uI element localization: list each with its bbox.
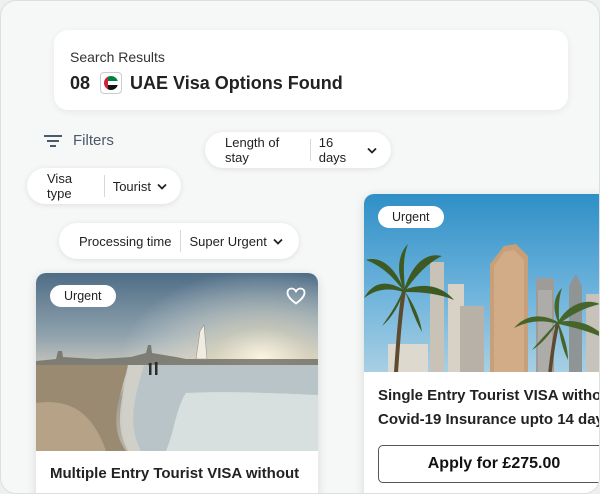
- uae-flag-icon: [100, 72, 123, 94]
- dubai-city-image: Urgent: [364, 194, 599, 372]
- visa-card-multiple-entry[interactable]: Urgent Multiple Entry Tourist VISA witho…: [36, 273, 318, 493]
- search-results-card: Search Results 08 UAE Visa Options Found: [54, 30, 568, 110]
- urgent-badge: Urgent: [50, 285, 116, 307]
- chevron-down-icon: [157, 183, 167, 190]
- visa-type-key: Visa type: [47, 171, 73, 201]
- urgent-badge: Urgent: [378, 206, 444, 228]
- app-frame: Search Results 08 UAE Visa Options Found…: [0, 0, 600, 494]
- visa-card-title-line2: Covid-19 Insurance upto 14 days: [378, 411, 600, 428]
- visa-card-title: Multiple Entry Tourist VISA without: [50, 465, 300, 482]
- length-of-stay-value: 16 days: [318, 135, 347, 165]
- search-results-label: Search Results: [70, 49, 165, 65]
- processing-time-filter[interactable]: Processing time Super Urgent: [59, 223, 299, 259]
- chevron-down-icon: [367, 147, 377, 154]
- visa-card-single-entry[interactable]: Urgent Single Entry Tourist VISA without…: [364, 194, 600, 493]
- heart-icon[interactable]: [286, 287, 306, 310]
- visa-card-title-line1: Single Entry Tourist VISA without: [378, 387, 600, 404]
- chevron-down-icon: [273, 238, 283, 245]
- visa-type-filter[interactable]: Visa type Tourist: [27, 168, 181, 204]
- search-results-summary: 08 UAE Visa Options Found: [70, 72, 343, 94]
- results-count: 08: [70, 72, 91, 93]
- filter-icon: [44, 134, 62, 147]
- filters-toggle[interactable]: Filters: [44, 132, 114, 149]
- filters-label: Filters: [73, 132, 114, 149]
- length-of-stay-filter[interactable]: Length of stay 16 days: [205, 132, 391, 168]
- beach-image: Urgent: [36, 273, 318, 451]
- results-summary-text: UAE Visa Options Found: [130, 72, 343, 93]
- visa-type-value: Tourist: [112, 178, 151, 194]
- processing-time-value: Super Urgent: [189, 233, 267, 249]
- length-of-stay-key: Length of stay: [225, 135, 280, 165]
- apply-button[interactable]: Apply for £275.00: [378, 445, 599, 483]
- processing-time-key: Processing time: [79, 233, 172, 249]
